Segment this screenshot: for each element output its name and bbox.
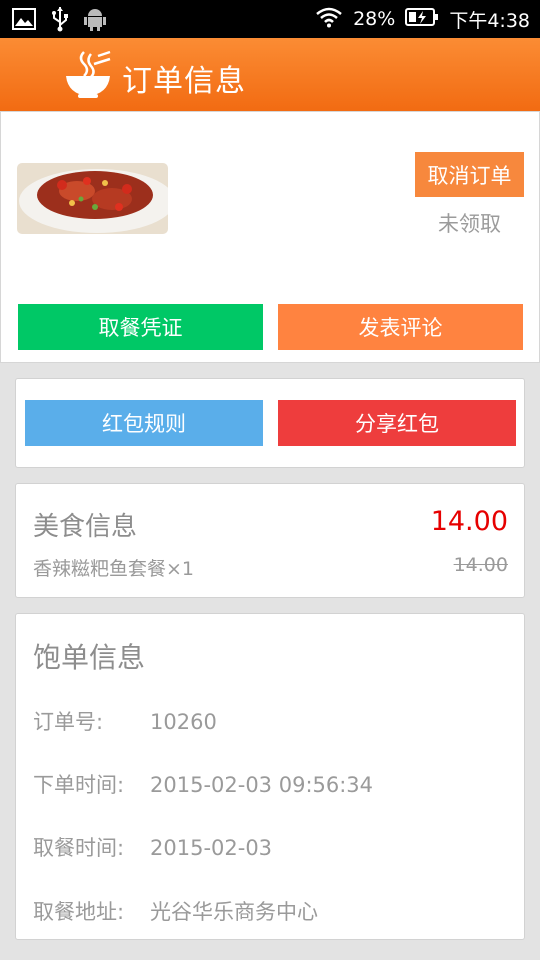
battery-percent: 28%: [353, 8, 396, 30]
order-details-title: 饱单信息: [33, 641, 146, 674]
order-details-card: 饱单信息 订单号: 10260 下单时间: 2015-02-03 09:56:34 …: [15, 613, 525, 940]
battery-charging-icon: [405, 7, 439, 32]
post-review-button[interactable]: 发表评论: [278, 304, 523, 350]
food-original-price: 14.00: [453, 554, 508, 576]
page-title: 订单信息: [122, 64, 246, 99]
info-label: 订单号:: [33, 710, 104, 734]
info-value: 光谷华乐商务中心: [150, 900, 318, 924]
info-row-pickup-time: 取餐时间: 2015-02-03: [33, 832, 272, 862]
food-item-name: 香辣糍粑鱼套餐×1: [33, 558, 195, 580]
wifi-icon: [315, 6, 343, 33]
info-row-order-number: 订单号: 10260: [33, 706, 217, 736]
food-info-title: 美食信息: [33, 512, 138, 542]
noodle-bowl-icon: [64, 50, 112, 100]
food-photo: [17, 163, 168, 234]
share-red-packet-button[interactable]: 分享红包: [278, 400, 516, 446]
food-price: 14.00: [430, 506, 508, 537]
order-card: 取消订单 未领取 取餐凭证 发表评论: [0, 111, 540, 363]
android-icon: [84, 7, 106, 35]
info-value: 2015-02-03: [150, 836, 273, 860]
info-row-order-time: 下单时间: 2015-02-03 09:56:34: [33, 769, 373, 799]
info-value: 2015-02-03 09:56:34: [150, 773, 374, 797]
info-row-pickup-address: 取餐地址: 光谷华乐商务中心: [33, 896, 318, 926]
red-packet-card: 红包规则 分享红包: [15, 378, 525, 468]
red-packet-rules-button[interactable]: 红包规则: [25, 400, 263, 446]
cancel-order-button[interactable]: 取消订单: [415, 152, 524, 197]
info-label: 取餐时间:: [33, 836, 125, 860]
food-info-card: 美食信息 14.00 香辣糍粑鱼套餐×1 14.00: [15, 483, 525, 598]
order-status: 未领取: [438, 212, 501, 236]
info-label: 下单时间:: [33, 773, 125, 797]
info-label: 取餐地址:: [33, 900, 125, 924]
pickup-voucher-button[interactable]: 取餐凭证: [18, 304, 263, 350]
image-icon: [12, 7, 36, 35]
info-value: 10260: [150, 710, 217, 734]
clock: 下午4:38: [449, 9, 530, 32]
title-bar: 订单信息: [0, 38, 540, 111]
status-bar: 28% 下午4:38: [0, 0, 540, 38]
usb-icon: [50, 6, 70, 36]
